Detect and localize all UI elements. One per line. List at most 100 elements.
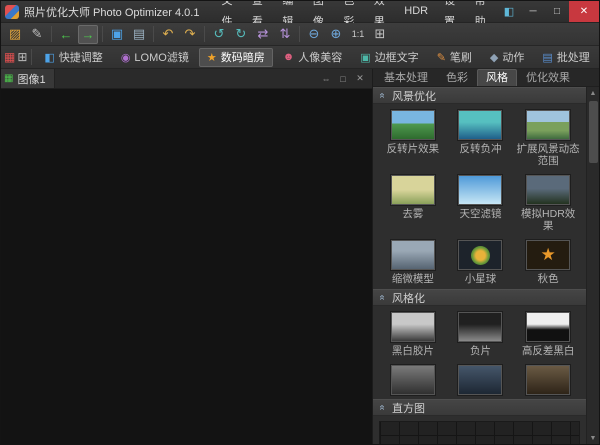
open-image-icon[interactable]: ▨ [5, 25, 25, 44]
panel-tabbar: 基本处理 色彩 风格 优化效果 [373, 69, 599, 87]
back-icon[interactable]: ← [56, 25, 76, 44]
restore-image-icon[interactable]: □ [335, 71, 351, 87]
edit-tools-icon[interactable]: ✎ [27, 25, 47, 44]
undo-icon[interactable]: ↶ [158, 25, 178, 44]
filter-label: 反转负冲 [459, 143, 501, 155]
tab-label: 快捷调整 [59, 49, 103, 65]
filter-item-negative[interactable]: 负片 [447, 312, 515, 357]
scroll-up-icon[interactable]: ▲ [587, 87, 600, 99]
filter-item-sky-filter[interactable]: 天空滤镜 [447, 175, 515, 232]
tab-label: LOMO滤镜 [134, 49, 188, 65]
section-header-histogram[interactable]: « 直方图 [373, 399, 586, 416]
filter-item-autumn-colors[interactable]: 秋色 [514, 240, 582, 285]
close-button[interactable]: ✕ [569, 1, 599, 22]
scrollbar-track[interactable] [587, 99, 599, 432]
filter-thumbnail [526, 110, 570, 140]
rotate-left-icon[interactable]: ↺ [209, 25, 229, 44]
filter-label: 去雾 [402, 208, 423, 220]
filter-item-bw-film[interactable]: 黑白胶片 [379, 312, 447, 357]
theme-button[interactable]: ◧ [497, 1, 521, 22]
save-icon[interactable]: ▣ [107, 25, 127, 44]
panel-tab-optimize[interactable]: 优化效果 [517, 69, 579, 86]
filter-label: 扩展风景动态范围 [516, 143, 580, 167]
menubar: 文件 查看 编辑 图像 色彩 效果 HDR 设置 帮助 [213, 1, 497, 22]
section-header-stylize[interactable]: « 风格化 [373, 289, 586, 306]
filter-label: 天空滤镜 [459, 208, 501, 220]
canvas-region: ▦ 图像1 ⇔ □ ✕ [1, 69, 373, 444]
tab-brush[interactable]: ✎ 笔刷 [429, 48, 480, 67]
module-tabbar: ▦ ⊞ ◧ 快捷调整 ◉ LOMO滤镜 ★ 数码暗房 ☻ 人像美容 ▣ 边框文字… [1, 46, 599, 69]
filter-item-cross-process[interactable]: 反转负冲 [447, 110, 515, 167]
minimize-button[interactable]: ─ [521, 1, 545, 22]
tab-lomo-filter[interactable]: ◉ LOMO滤镜 [113, 48, 197, 67]
filter-item-dehaze[interactable]: 去雾 [379, 175, 447, 232]
zoom-out-icon[interactable]: ⊖ [304, 25, 324, 44]
scrollbar-thumb[interactable] [589, 101, 598, 163]
tab-quick-adjust[interactable]: ◧ 快捷调整 [36, 48, 110, 67]
redo-icon[interactable]: ↷ [180, 25, 200, 44]
filter-label: 秋色 [538, 273, 559, 285]
tab-batch-process[interactable]: ▤ 批处理 [534, 48, 597, 67]
filter-thumbnail [391, 240, 435, 270]
fit-screen-icon[interactable]: ⊞ [370, 25, 390, 44]
filter-item-cropped[interactable] [514, 365, 582, 395]
panel-tab-color[interactable]: 色彩 [437, 69, 477, 86]
filter-item-little-planet[interactable]: 小星球 [447, 240, 515, 285]
filter-label: 小星球 [465, 273, 497, 285]
tab-frame-text[interactable]: ▣ 边框文字 [352, 48, 426, 67]
toolbar-separator [51, 26, 52, 42]
actual-size-icon[interactable]: 1:1 [348, 25, 368, 44]
toolbar-separator [299, 26, 300, 42]
app-title: 照片优化大师 Photo Optimizer 4.0.1 [24, 4, 199, 20]
section-title: 风景优化 [392, 88, 436, 104]
filter-item-high-contrast-bw[interactable]: 高反差黑白 [514, 312, 582, 357]
filter-item-miniature[interactable]: 缩微模型 [379, 240, 447, 285]
scroll-down-icon[interactable]: ▼ [587, 432, 600, 444]
save-as-icon[interactable]: ▤ [129, 25, 149, 44]
filter-item-cropped[interactable] [379, 365, 447, 395]
filter-item-hdr-simulation[interactable]: 模拟HDR效果 [514, 175, 582, 232]
filter-item-cropped[interactable] [447, 365, 515, 395]
forward-icon[interactable]: → [78, 25, 98, 44]
maximize-button[interactable]: □ [545, 1, 569, 22]
filter-thumbnail [391, 312, 435, 342]
panel-tab-basic[interactable]: 基本处理 [375, 69, 437, 86]
tab-label: 人像美容 [298, 49, 342, 65]
toolbar-separator [102, 26, 103, 42]
tab-actions[interactable]: ◆ 动作 [482, 48, 532, 67]
tab-label: 批处理 [557, 49, 590, 65]
landscape-filter-grid: 反转片效果 反转负冲 扩展风景动态范围 去雾 [373, 104, 586, 289]
panel-tab-style[interactable]: 风格 [477, 69, 517, 86]
tab-digital-darkroom[interactable]: ★ 数码暗房 [199, 48, 273, 67]
quick-adjust-icon: ◧ [44, 51, 54, 64]
image-tab[interactable]: ▦ 图像1 [1, 69, 55, 88]
section-title: 直方图 [392, 400, 425, 416]
section-title: 风格化 [392, 290, 425, 306]
close-image-icon[interactable]: ✕ [352, 71, 368, 87]
flip-horizontal-icon[interactable]: ⇄ [253, 25, 273, 44]
filter-item-expand-dynamic-range[interactable]: 扩展风景动态范围 [514, 110, 582, 167]
rotate-right-icon[interactable]: ↻ [231, 25, 251, 44]
filter-label: 高反差黑白 [522, 345, 575, 357]
effects-panel: 基本处理 色彩 风格 优化效果 « 风景优化 反转片效果 [373, 69, 599, 444]
portrait-beauty-icon: ☻ [283, 51, 295, 63]
digital-darkroom-icon: ★ [207, 51, 217, 64]
histogram-display [379, 421, 580, 444]
panel-scrollbar[interactable]: ▲ ▼ [586, 87, 599, 444]
collapse-icon: « [377, 91, 388, 101]
filter-item-positive-film[interactable]: 反转片效果 [379, 110, 447, 167]
tool-options-icon[interactable]: ⊞ [17, 48, 27, 67]
collapse-icon: « [377, 403, 388, 413]
filter-thumbnail [391, 175, 435, 205]
window-controls: ◧ ─ □ ✕ [497, 1, 599, 22]
section-header-landscape[interactable]: « 风景优化 [373, 87, 586, 104]
image-canvas[interactable] [1, 89, 372, 444]
zoom-in-icon[interactable]: ⊕ [326, 25, 346, 44]
flip-vertical-icon[interactable]: ⇅ [275, 25, 295, 44]
menu-hdr[interactable]: HDR [396, 1, 436, 22]
app-logo-icon [5, 5, 19, 19]
batch-grid-icon[interactable]: ▦ [4, 48, 15, 67]
arrange-windows-icon[interactable]: ⇔ [318, 71, 334, 87]
tab-portrait-beauty[interactable]: ☻ 人像美容 [275, 48, 351, 67]
filter-thumbnail [526, 312, 570, 342]
